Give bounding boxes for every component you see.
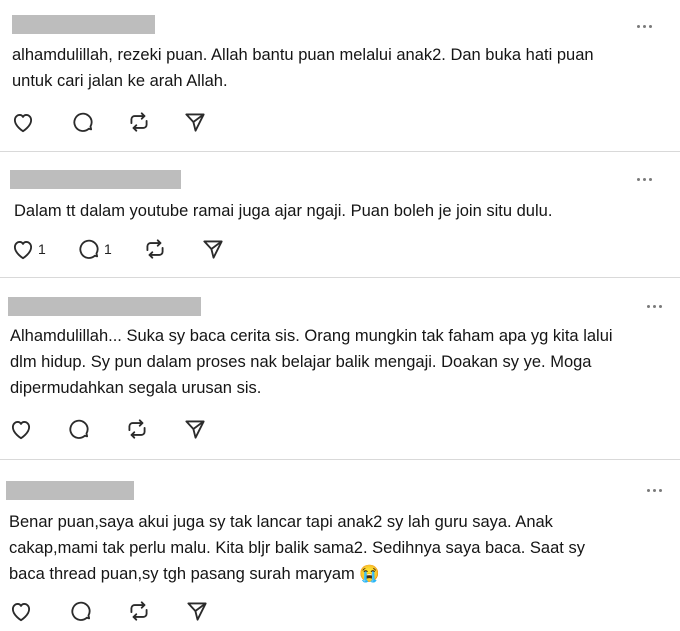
comment-icon — [73, 112, 93, 132]
send-icon — [185, 420, 205, 439]
more-options-button[interactable] — [643, 299, 665, 313]
thread-post: Dalam tt dalam youtube ramai juga ajar n… — [0, 152, 680, 277]
repost-button[interactable] — [142, 234, 168, 264]
share-button[interactable] — [200, 234, 226, 264]
post-text: Dalam tt dalam youtube ramai juga ajar n… — [14, 202, 553, 220]
send-icon — [187, 602, 207, 621]
thread-post: Alhamdulillah... Suka sy baca cerita sis… — [0, 278, 680, 459]
heart-icon — [13, 241, 33, 260]
thread-post: alhamdulillah, rezeki puan. Allah bantu … — [0, 0, 680, 151]
repost-button[interactable] — [126, 107, 152, 137]
more-options-icon — [636, 24, 640, 28]
repost-icon — [130, 601, 148, 621]
reply-count: 1 — [104, 241, 112, 257]
username-redacted[interactable] — [8, 297, 201, 316]
post-text: Alhamdulillah... Suka sy baca cerita sis… — [10, 327, 613, 397]
repost-icon — [128, 419, 146, 439]
post-actions — [8, 596, 228, 626]
share-button[interactable] — [182, 414, 208, 444]
reply-button[interactable] — [70, 107, 98, 137]
reply-button[interactable]: 1 — [76, 234, 112, 264]
repost-icon — [146, 239, 164, 259]
share-button[interactable] — [182, 107, 208, 137]
more-options-icon — [646, 304, 650, 308]
heart-icon — [13, 114, 33, 133]
comment-icon — [79, 239, 99, 259]
username-redacted[interactable] — [12, 15, 155, 34]
thread-post: Benar puan,saya akui juga sy tak lancar … — [0, 460, 680, 631]
like-button[interactable]: 1 — [10, 234, 46, 264]
post-text: Benar puan,saya akui juga sy tak lancar … — [9, 513, 585, 583]
username-redacted[interactable] — [10, 170, 181, 189]
share-button[interactable] — [184, 596, 210, 626]
like-button[interactable] — [10, 107, 38, 137]
like-button[interactable] — [8, 414, 36, 444]
heart-icon — [11, 421, 31, 440]
like-button[interactable] — [8, 596, 36, 626]
reply-button[interactable] — [68, 596, 96, 626]
post-text: alhamdulillah, rezeki puan. Allah bantu … — [12, 46, 594, 90]
post-actions: 1 1 — [10, 234, 240, 264]
comment-icon — [69, 419, 89, 439]
repost-button[interactable] — [126, 596, 152, 626]
more-options-button[interactable] — [633, 19, 655, 33]
more-options-button[interactable] — [643, 483, 665, 497]
more-options-icon — [646, 488, 650, 492]
more-options-button[interactable] — [633, 172, 655, 186]
post-actions — [8, 414, 228, 444]
send-icon — [203, 240, 223, 259]
repost-icon — [130, 112, 148, 132]
repost-button[interactable] — [124, 414, 150, 444]
username-redacted[interactable] — [6, 481, 134, 500]
like-count: 1 — [38, 241, 46, 257]
more-options-icon — [636, 177, 640, 181]
heart-icon — [11, 603, 31, 622]
post-actions — [10, 107, 230, 137]
send-icon — [185, 113, 205, 132]
reply-button[interactable] — [66, 414, 94, 444]
comment-icon — [71, 601, 91, 621]
